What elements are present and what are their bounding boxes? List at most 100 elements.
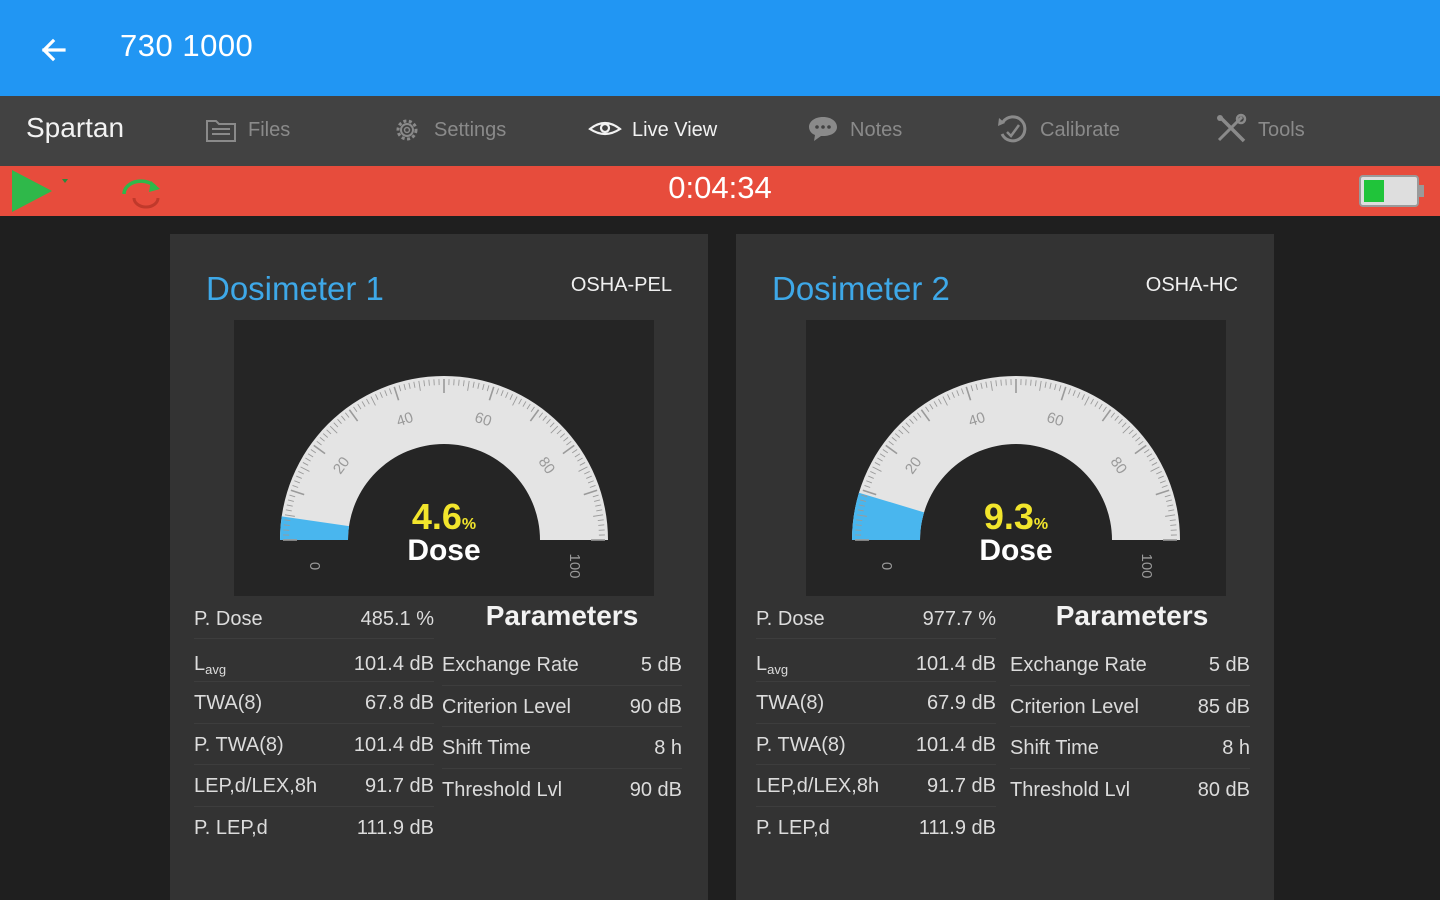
list-item: LEP,d/LEX,8h 91.7 dB bbox=[194, 765, 434, 807]
list-item: Lavg 101.4 dB bbox=[756, 639, 996, 682]
list-item: Shift Time 8 h bbox=[442, 727, 682, 769]
tab-calibrate-label: Calibrate bbox=[1040, 118, 1121, 141]
stat-label: P. LEP,d bbox=[194, 816, 268, 839]
param-value: 5 dB bbox=[640, 654, 682, 676]
list-item: Threshold Lvl 80 dB bbox=[1010, 769, 1250, 810]
param-value: 5 dB bbox=[1208, 654, 1250, 676]
tab-live-view[interactable]: Live View bbox=[588, 110, 717, 150]
dose-number: 9.3 bbox=[983, 496, 1034, 537]
stat-value: 111.9 dB bbox=[356, 816, 434, 839]
param-label: Exchange Rate bbox=[1010, 654, 1147, 676]
list-item: P. Dose 977.7 % bbox=[756, 598, 996, 639]
stat-value: 67.9 dB bbox=[927, 692, 996, 714]
stat-value: 91.7 dB bbox=[365, 775, 434, 797]
dosimeter-panel-1: Dosimeter 1 OSHA-PEL 0 20 40 60 80 100 4.6% D… bbox=[170, 234, 708, 900]
stat-label-sub: avg bbox=[767, 662, 789, 677]
stat-value: 111.9 dB bbox=[918, 816, 996, 839]
tab-settings[interactable]: Settings bbox=[390, 110, 506, 150]
dosimeter-title: Dosimeter 2 bbox=[772, 270, 950, 307]
dose-gauge: 0 20 40 60 80 100 9.3% Dose bbox=[806, 320, 1226, 596]
app-title: 730 1000 bbox=[120, 28, 254, 63]
stat-label: TWA(8) bbox=[756, 692, 825, 714]
dosimeter-standard: OSHA-PEL bbox=[570, 274, 672, 296]
param-value: 80 dB bbox=[1197, 778, 1250, 801]
parameters-list: Exchange Rate 5 dB Criterion Level 90 dB S… bbox=[442, 644, 682, 809]
tab-settings-label: Settings bbox=[434, 118, 507, 141]
measurement-list: P. Dose 977.7 % Lavg 101.4 dB TWA(8) 67.9 d… bbox=[756, 598, 996, 847]
list-item: Criterion Level 90 dB bbox=[442, 686, 682, 727]
stat-value: 485.1 % bbox=[360, 608, 434, 630]
tab-calibrate[interactable]: Calibrate bbox=[996, 110, 1120, 150]
list-item: Lavg 101.4 dB bbox=[194, 639, 434, 682]
list-item: Criterion Level 85 dB bbox=[1010, 686, 1250, 727]
stat-value: 101.4 dB bbox=[915, 733, 996, 756]
param-label: Shift Time bbox=[1010, 737, 1099, 759]
tab-live-view-label: Live View bbox=[632, 118, 718, 141]
dosimeter-panel-2: Dosimeter 2 OSHA-HC 0 20 40 60 80 100 9.3% Do… bbox=[736, 234, 1274, 900]
param-label: Threshold Lvl bbox=[442, 778, 563, 801]
stat-label: Lavg bbox=[756, 653, 788, 677]
battery-indicator bbox=[1356, 171, 1428, 211]
nav-bar: Spartan Files Settings Live View Notes C… bbox=[0, 96, 1440, 166]
list-item: Exchange Rate 5 dB bbox=[1010, 644, 1250, 686]
dose-unit: % bbox=[461, 516, 477, 533]
stat-value: 67.8 dB bbox=[365, 692, 434, 714]
param-value: 85 dB bbox=[1197, 695, 1250, 718]
elapsed-timer: 0:04:34 bbox=[668, 170, 772, 205]
calibrate-icon bbox=[998, 115, 1027, 143]
list-item: TWA(8) 67.9 dB bbox=[756, 682, 996, 724]
stat-label: Lavg bbox=[194, 653, 226, 677]
stat-label-main: L bbox=[194, 653, 206, 675]
gauge-tick bbox=[1030, 379, 1032, 386]
stat-label: TWA(8) bbox=[194, 692, 263, 714]
dose-value: 9.3% bbox=[806, 496, 1226, 538]
gauge-tick bbox=[1000, 379, 1002, 386]
dose-value: 4.6% bbox=[234, 496, 654, 538]
stat-value: 101.4 dB bbox=[915, 653, 996, 675]
tab-notes[interactable]: Notes bbox=[806, 110, 902, 150]
stat-value: 101.4 dB bbox=[353, 653, 434, 675]
stat-label: P. Dose bbox=[194, 608, 263, 630]
tab-files[interactable]: Files bbox=[204, 110, 290, 150]
param-label: Exchange Rate bbox=[442, 654, 579, 676]
param-label: Shift Time bbox=[442, 737, 531, 759]
stat-label: LEP,d/LEX,8h bbox=[194, 775, 318, 797]
list-item: Exchange Rate 5 dB bbox=[442, 644, 682, 686]
stat-value: 91.7 dB bbox=[927, 775, 996, 797]
folder-icon bbox=[206, 120, 236, 142]
param-label: Criterion Level bbox=[1010, 695, 1139, 718]
stat-label: LEP,d/LEX,8h bbox=[756, 775, 880, 797]
stat-label: P. TWA(8) bbox=[194, 733, 284, 756]
back-button[interactable] bbox=[34, 30, 74, 70]
stat-label: P. Dose bbox=[756, 608, 825, 630]
tab-files-label: Files bbox=[248, 118, 291, 141]
list-item: P. TWA(8) 101.4 dB bbox=[194, 724, 434, 765]
list-item: Shift Time 8 h bbox=[1010, 727, 1250, 769]
app-bar: 730 1000 bbox=[0, 0, 1440, 96]
param-label: Criterion Level bbox=[442, 695, 571, 718]
dosimeter-title: Dosimeter 1 bbox=[206, 270, 384, 307]
list-item: P. Dose 485.1 % bbox=[194, 598, 434, 639]
tab-tools[interactable]: Tools bbox=[1214, 110, 1305, 150]
param-value: 8 h bbox=[1222, 737, 1250, 759]
dose-caption: Dose bbox=[407, 534, 481, 567]
dosimeter-standard: OSHA-HC bbox=[1145, 274, 1238, 296]
stat-label: P. TWA(8) bbox=[756, 733, 846, 756]
list-item: P. LEP,d 111.9 dB bbox=[194, 807, 434, 848]
gauge-tick bbox=[428, 379, 430, 386]
speech-bubble-icon bbox=[809, 117, 837, 141]
param-value: 90 dB bbox=[629, 695, 682, 718]
dose-gauge: 0 20 40 60 80 100 4.6% Dose bbox=[234, 320, 654, 596]
stat-label: P. LEP,d bbox=[756, 816, 830, 839]
gear-icon bbox=[396, 119, 418, 141]
list-item: P. TWA(8) 101.4 dB bbox=[756, 724, 996, 765]
tab-tools-label: Tools bbox=[1258, 118, 1305, 141]
gauge-tick bbox=[458, 379, 460, 386]
param-value: 8 h bbox=[654, 737, 682, 759]
param-label: Threshold Lvl bbox=[1010, 778, 1131, 801]
dose-number: 4.6 bbox=[411, 496, 462, 537]
parameters-list: Exchange Rate 5 dB Criterion Level 85 dB S… bbox=[1010, 644, 1250, 809]
list-item: TWA(8) 67.8 dB bbox=[194, 682, 434, 724]
measurement-list: P. Dose 485.1 % Lavg 101.4 dB TWA(8) 67.8 d… bbox=[194, 598, 434, 847]
dose-unit: % bbox=[1033, 516, 1049, 533]
